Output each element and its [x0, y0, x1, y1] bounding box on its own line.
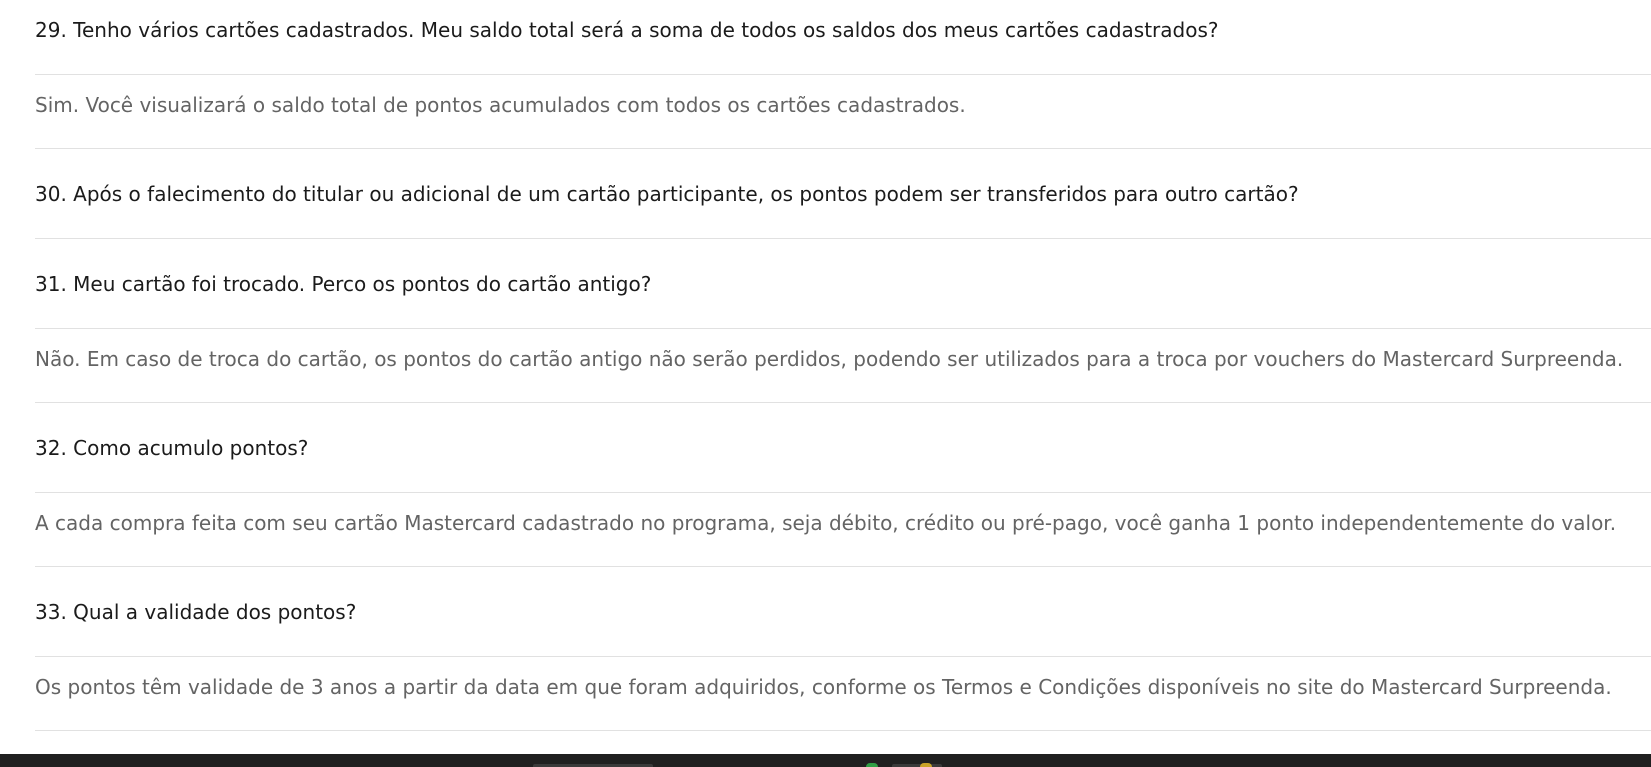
faq-question[interactable]: 29. Tenho vários cartões cadastrados. Me…: [35, 0, 1651, 75]
taskbar-yellow-icon[interactable]: [920, 763, 932, 767]
faq-question[interactable]: 32. Como acumulo pontos?: [35, 403, 1651, 493]
faq-answer: Os pontos têm validade de 3 anos a parti…: [35, 657, 1651, 731]
faq-question[interactable]: 31. Meu cartão foi trocado. Perco os pon…: [35, 239, 1651, 329]
taskbar-green-icon[interactable]: [866, 763, 878, 767]
faq-item-32: 32. Como acumulo pontos? A cada compra f…: [35, 403, 1651, 567]
faq-item-33: 33. Qual a validade dos pontos? Os ponto…: [35, 567, 1651, 731]
faq-answer: Não. Em caso de troca do cartão, os pont…: [35, 329, 1651, 403]
faq-answer: Sim. Você visualizará o saldo total de p…: [35, 75, 1651, 149]
taskbar: [0, 754, 1651, 767]
faq-item-29: 29. Tenho vários cartões cadastrados. Me…: [35, 0, 1651, 149]
faq-question[interactable]: 33. Qual a validade dos pontos?: [35, 567, 1651, 657]
faq-item-30: 30. Após o falecimento do titular ou adi…: [35, 149, 1651, 239]
faq-question[interactable]: 30. Após o falecimento do titular ou adi…: [35, 149, 1651, 239]
faq-list: 29. Tenho vários cartões cadastrados. Me…: [0, 0, 1651, 731]
faq-page: 29. Tenho vários cartões cadastrados. Me…: [0, 0, 1651, 767]
faq-item-31: 31. Meu cartão foi trocado. Perco os pon…: [35, 239, 1651, 403]
faq-answer: A cada compra feita com seu cartão Maste…: [35, 493, 1651, 567]
